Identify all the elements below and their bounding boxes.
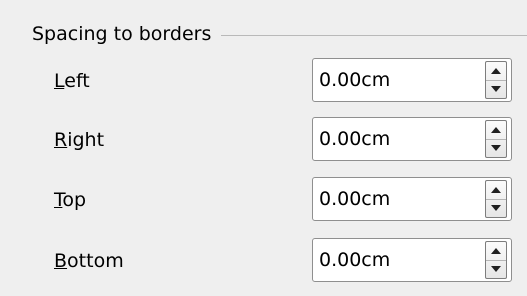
left-spin-buttons	[485, 61, 507, 99]
arrow-down-icon	[491, 205, 501, 212]
arrow-up-icon	[491, 247, 501, 254]
top-spinbox[interactable]	[312, 177, 512, 221]
bottom-increment-button[interactable]	[486, 242, 506, 260]
bottom-decrement-button[interactable]	[486, 259, 506, 279]
bottom-spin-buttons	[485, 241, 507, 279]
top-decrement-button[interactable]	[486, 198, 506, 218]
bottom-label-mnemonic: B	[54, 250, 68, 272]
group-header: Spacing to borders	[32, 20, 527, 48]
right-label-text: ight	[67, 129, 105, 151]
bottom-label: Bottom	[54, 238, 124, 284]
right-row: Right	[0, 117, 527, 163]
left-decrement-button[interactable]	[486, 79, 506, 99]
top-spin-buttons	[485, 180, 507, 218]
group-title: Spacing to borders	[32, 23, 212, 45]
top-label-text: op	[62, 189, 87, 211]
right-increment-button[interactable]	[486, 121, 506, 139]
arrow-down-icon	[491, 145, 501, 152]
top-increment-button[interactable]	[486, 181, 506, 199]
left-row: Left	[0, 58, 527, 104]
arrow-up-icon	[491, 67, 501, 74]
arrow-down-icon	[491, 86, 501, 93]
right-spin-buttons	[485, 120, 507, 158]
top-label: Top	[54, 177, 86, 223]
top-input[interactable]	[313, 178, 485, 220]
left-spinbox[interactable]	[312, 58, 512, 102]
right-spinbox[interactable]	[312, 117, 512, 161]
arrow-down-icon	[491, 266, 501, 273]
right-decrement-button[interactable]	[486, 138, 506, 158]
bottom-row: Bottom	[0, 238, 527, 284]
left-label-text: eft	[64, 70, 90, 92]
bottom-spinbox[interactable]	[312, 238, 512, 282]
bottom-input[interactable]	[313, 239, 485, 281]
spacing-to-borders-panel: Spacing to borders Left Right	[0, 0, 527, 296]
arrow-up-icon	[491, 186, 501, 193]
right-input[interactable]	[313, 118, 485, 160]
right-label-mnemonic: R	[54, 129, 68, 151]
group-divider	[221, 34, 527, 36]
left-increment-button[interactable]	[486, 62, 506, 80]
right-label: Right	[54, 117, 104, 163]
top-row: Top	[0, 177, 527, 223]
left-input[interactable]	[313, 59, 485, 101]
bottom-label-text: ottom	[67, 250, 124, 272]
left-label: Left	[54, 58, 90, 104]
arrow-up-icon	[491, 126, 501, 133]
left-label-mnemonic: L	[54, 70, 65, 92]
